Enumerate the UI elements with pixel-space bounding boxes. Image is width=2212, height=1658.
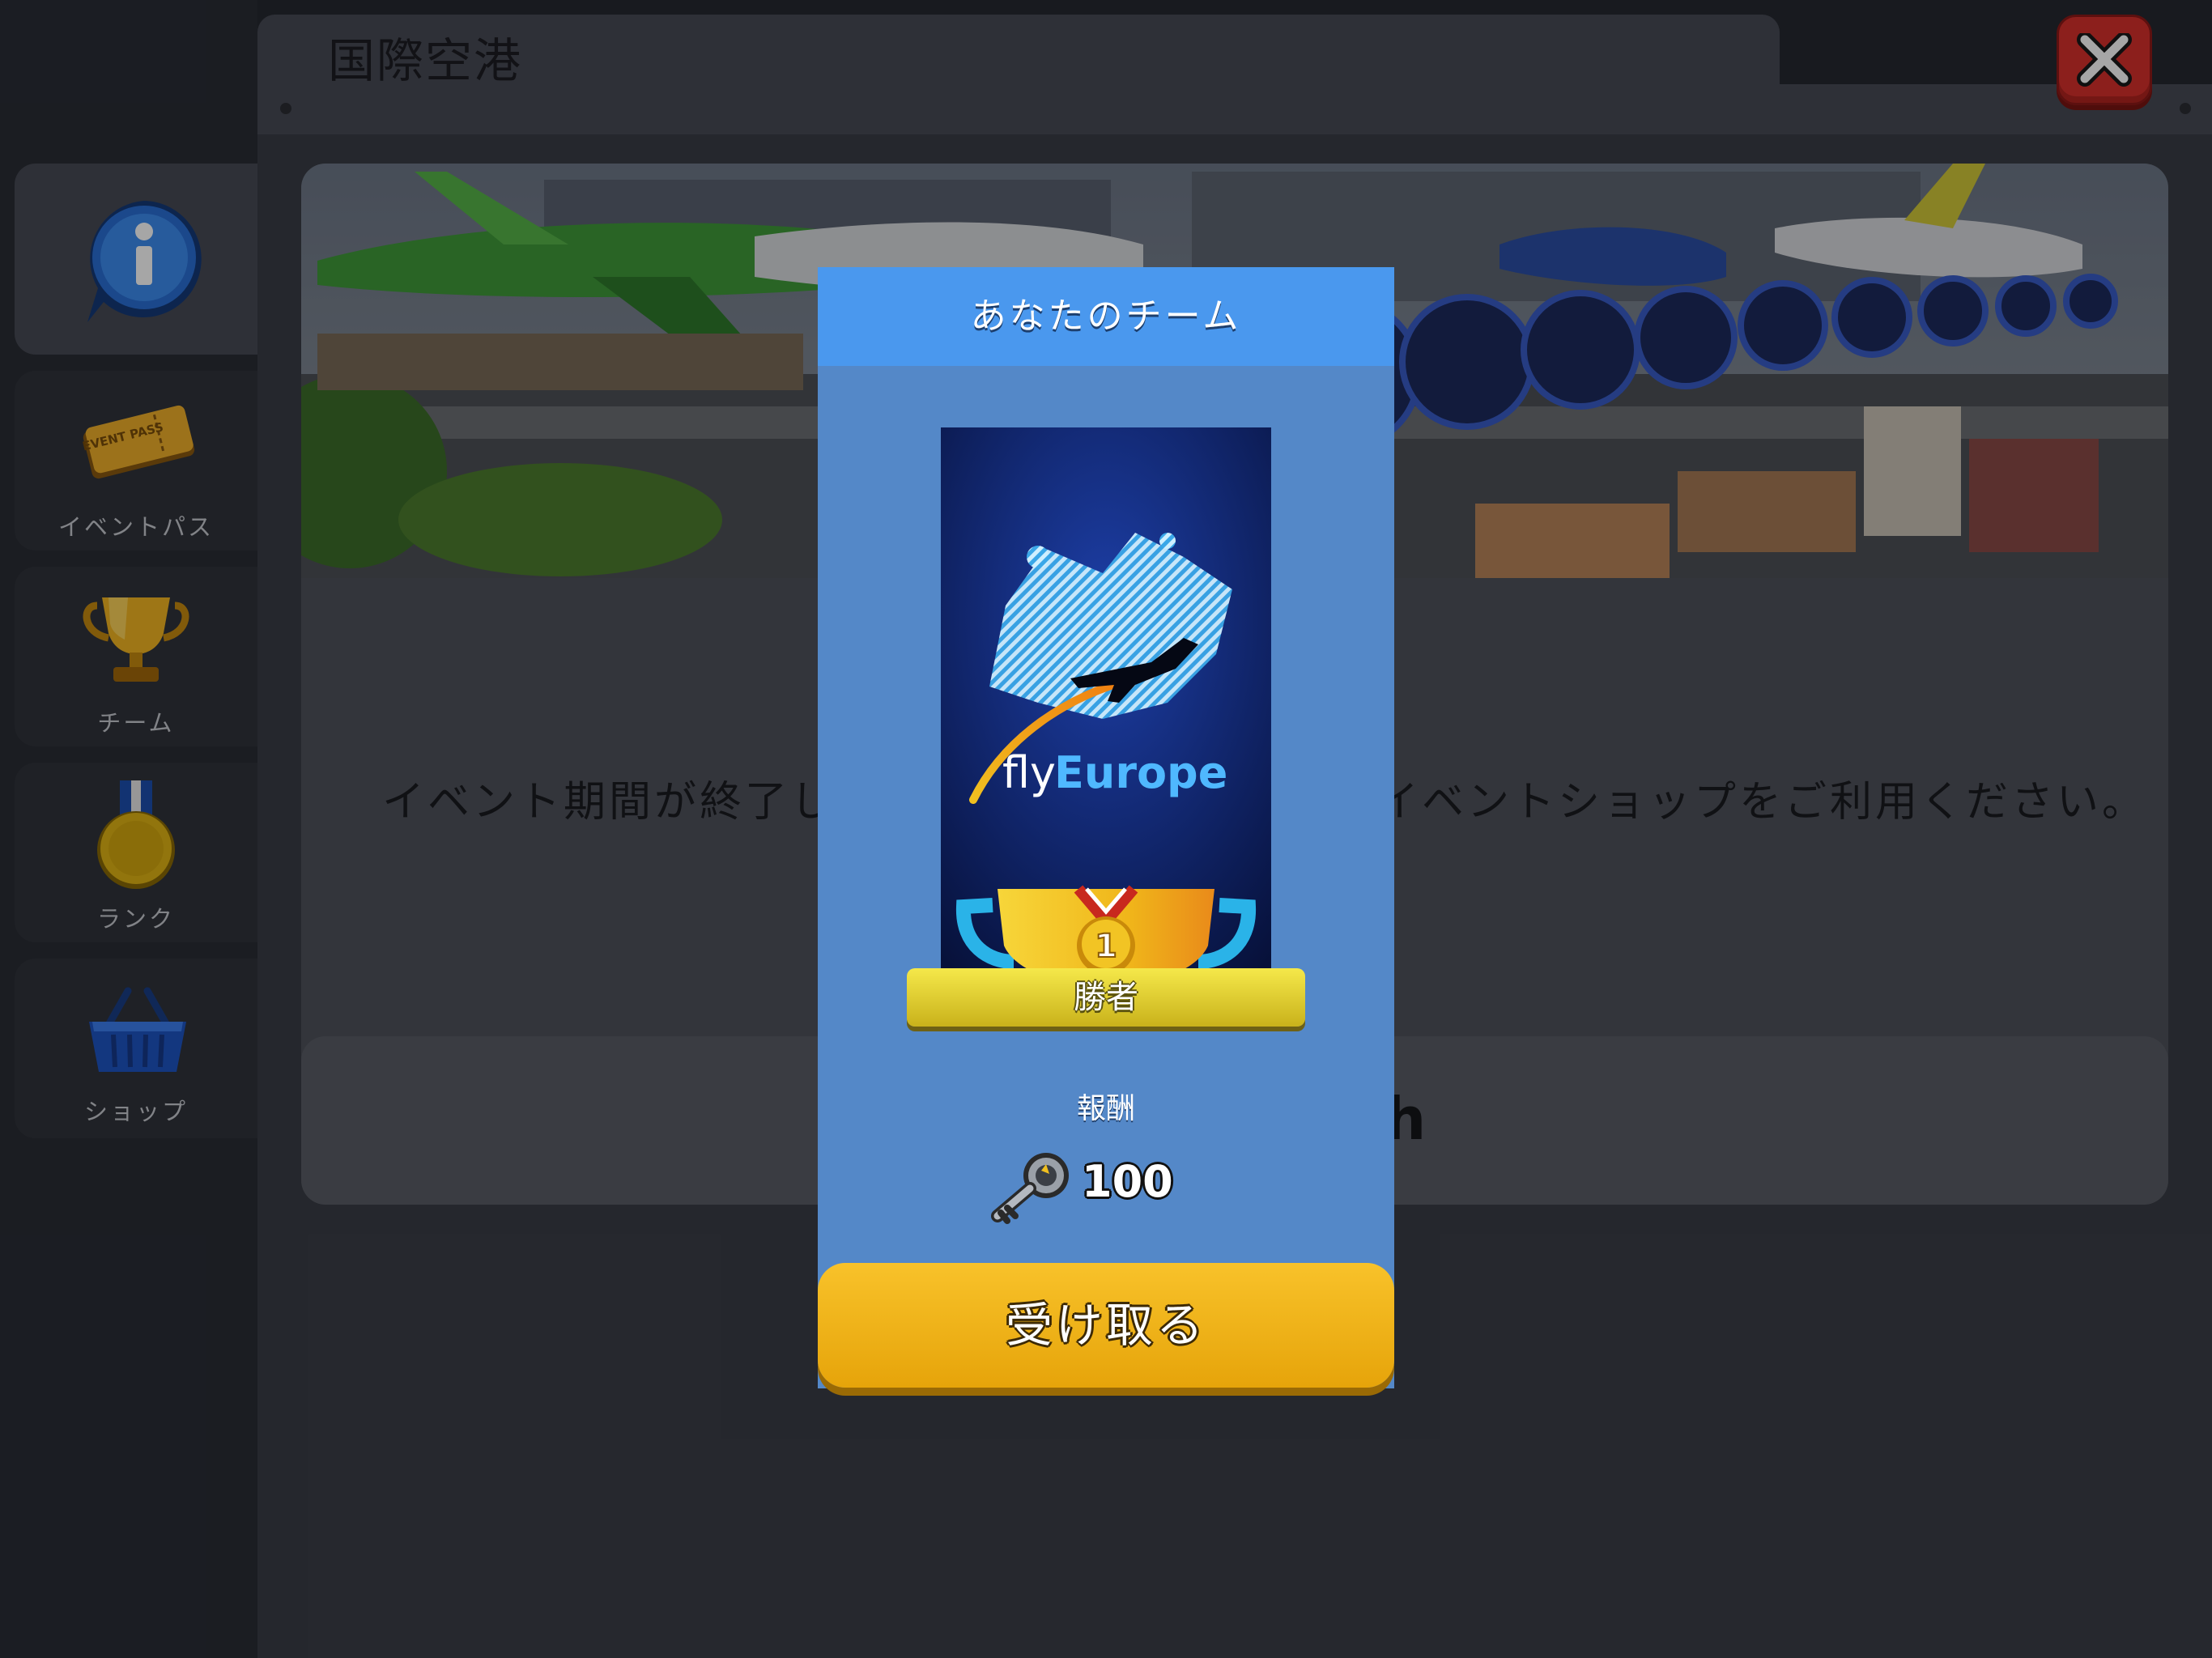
reward-amount: 100: [1082, 1156, 1173, 1207]
medal-rank: 1: [1095, 928, 1117, 965]
svg-text:Europe: Europe: [1054, 747, 1227, 798]
modal-header: あなたのチーム: [818, 267, 1394, 366]
reward-label: 報酬: [1076, 1092, 1135, 1125]
team-result-modal: あなたのチーム fly Europe 1 勝者 報酬 100 受け取る: [818, 267, 1394, 1388]
winner-ribbon: 勝者: [907, 968, 1305, 1027]
key-icon: [991, 1153, 1069, 1224]
team-card: fly Europe 1: [941, 427, 1271, 970]
winner-label: 勝者: [1074, 979, 1138, 1016]
fly-europe-team-logo: fly Europe 1: [941, 427, 1271, 970]
svg-text:fly: fly: [1002, 747, 1056, 798]
claim-button-label: 受け取る: [1005, 1298, 1206, 1353]
claim-button[interactable]: 受け取る: [818, 1263, 1394, 1388]
modal-title: あなたのチーム: [970, 295, 1242, 337]
